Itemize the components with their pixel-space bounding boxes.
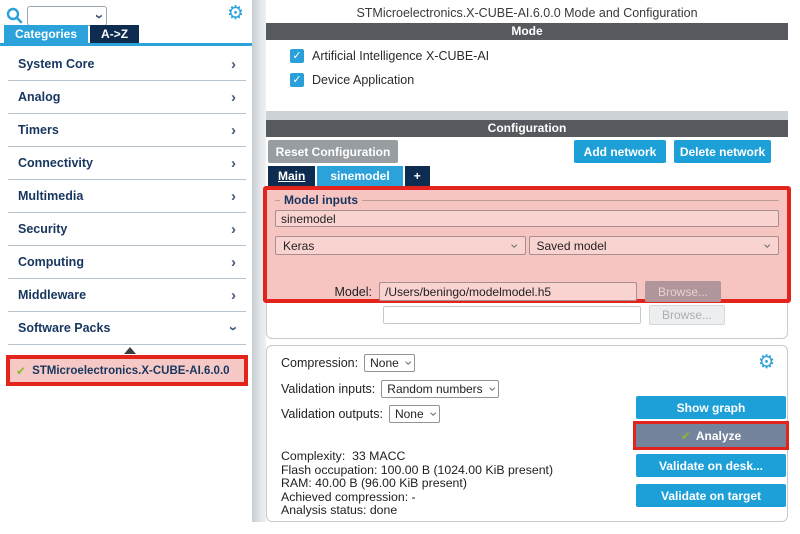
framework-select[interactable]: Keras <box>275 236 526 255</box>
checkbox-checked-icon: ✓ <box>290 73 304 87</box>
caret-up-icon <box>124 347 136 354</box>
app-window: ⚙ Categories A->Z System Core Analog Tim… <box>0 0 800 534</box>
validate-on-desk-button[interactable]: Validate on desk... <box>636 454 786 477</box>
validation-outputs-select[interactable]: None <box>388 405 441 423</box>
sidebar-item-security[interactable]: Security <box>8 213 246 246</box>
sidebar-item-xcube-ai-pack[interactable]: ✔ STMicroelectronics.X-CUBE-AI.6.0.0 <box>6 355 248 386</box>
sidebar-item-analog[interactable]: Analog <box>8 81 246 114</box>
secondary-model-row: Browse... <box>266 305 788 325</box>
chevron-right-icon <box>231 90 236 105</box>
sidebar-item-middleware[interactable]: Middleware <box>8 279 246 312</box>
validation-outputs-label: Validation outputs: <box>281 407 383 421</box>
reset-configuration-button[interactable]: Reset Configuration <box>268 140 398 163</box>
tab-underline <box>0 43 252 46</box>
stat-status: Analysis status: done <box>281 503 398 518</box>
tab-a-to-z[interactable]: A->Z <box>90 25 140 43</box>
add-network-button[interactable]: Add network <box>574 140 666 163</box>
main-panel: STMicroelectronics.X-CUBE-AI.6.0.0 Mode … <box>263 0 791 534</box>
tab-sinemodel[interactable]: sinemodel <box>317 166 403 187</box>
check-icon: ✔ <box>680 428 691 443</box>
sidebar: ⚙ Categories A->Z System Core Analog Tim… <box>0 0 252 534</box>
chevron-right-icon <box>231 57 236 72</box>
checkbox-checked-icon: ✓ <box>290 49 304 63</box>
checkbox-artificial-intelligence[interactable]: ✓ Artificial Intelligence X-CUBE-AI <box>290 49 489 63</box>
category-list: System Core Analog Timers Connectivity M… <box>0 48 252 345</box>
chevron-down-icon <box>486 387 500 392</box>
stat-complexity: Complexity: 33 MACC <box>281 449 406 463</box>
gear-icon[interactable]: ⚙ <box>227 2 244 26</box>
chevron-right-icon <box>231 222 236 237</box>
sidebar-item-connectivity[interactable]: Connectivity <box>8 147 246 180</box>
page-title: STMicroelectronics.X-CUBE-AI.6.0.0 Mode … <box>356 6 698 20</box>
sidebar-item-system-core[interactable]: System Core <box>8 48 246 81</box>
sidebar-tabs: Categories A->Z <box>4 25 140 43</box>
model-path-label: Model: <box>334 284 372 299</box>
checkbox-device-application[interactable]: ✓ Device Application <box>290 73 414 87</box>
chevron-right-icon <box>231 156 236 171</box>
analyze-highlight-box: ✔ Analyze <box>633 421 789 450</box>
chevron-right-icon <box>231 255 236 270</box>
stat-flash: Flash occupation: 100.00 B (1024.00 KiB … <box>281 462 554 477</box>
sidebar-item-timers[interactable]: Timers <box>8 114 246 147</box>
browse-model-button[interactable]: Browse... <box>645 281 721 302</box>
validate-on-target-button[interactable]: Validate on target <box>636 484 786 507</box>
analysis-section: Compression: None ⚙ Validation inputs: R… <box>266 345 789 522</box>
chevron-down-icon <box>762 243 776 248</box>
compression-select[interactable]: None <box>364 354 416 372</box>
stat-compression: Achieved compression: - <box>281 489 416 504</box>
stat-ram: RAM: 40.00 B (96.00 KiB present) <box>281 476 467 491</box>
validation-inputs-select[interactable]: Random numbers <box>381 380 500 398</box>
model-kind-select[interactable]: Saved model <box>528 236 779 255</box>
check-icon: ✔ <box>16 363 27 378</box>
compression-label: Compression: <box>281 356 359 370</box>
search-input[interactable] <box>27 6 107 26</box>
section-gap <box>266 111 788 120</box>
chevron-down-icon <box>508 243 522 248</box>
network-tabs: Main sinemodel + <box>268 166 430 187</box>
analysis-stats: Complexity: 33 MACC Flash occupation: 10… <box>281 449 554 518</box>
chevron-right-icon <box>231 123 236 138</box>
analyze-button[interactable]: ✔ Analyze <box>636 424 786 447</box>
sidebar-item-software-packs[interactable]: Software Packs <box>8 312 246 345</box>
mode-header: Mode <box>266 23 788 40</box>
tab-main[interactable]: Main <box>268 166 316 187</box>
delete-network-button[interactable]: Delete network <box>674 140 771 163</box>
network-name-input[interactable] <box>275 210 779 227</box>
tab-add-network[interactable]: + <box>404 166 430 187</box>
chevron-down-icon <box>97 9 102 24</box>
secondary-browse-button[interactable]: Browse... <box>649 305 725 325</box>
sidebar-item-computing[interactable]: Computing <box>8 246 246 279</box>
sidebar-item-multimedia[interactable]: Multimedia <box>8 180 246 213</box>
show-graph-button[interactable]: Show graph <box>636 396 786 419</box>
tab-categories[interactable]: Categories <box>4 25 89 43</box>
chevron-down-icon <box>427 412 441 417</box>
chevron-down-icon <box>402 361 416 366</box>
chevron-down-icon <box>231 321 236 336</box>
configuration-header: Configuration <box>266 120 788 137</box>
analysis-settings-gear-icon[interactable]: ⚙ <box>758 351 775 374</box>
model-inputs-legend: Model inputs <box>275 193 779 207</box>
model-inputs-fieldset: Model inputs Keras Saved model Model: Br… <box>263 186 791 303</box>
secondary-model-input[interactable] <box>383 306 641 324</box>
chevron-right-icon <box>231 189 236 204</box>
chevron-right-icon <box>231 288 236 303</box>
validation-inputs-label: Validation inputs: <box>281 382 376 396</box>
model-path-input[interactable] <box>379 282 637 301</box>
